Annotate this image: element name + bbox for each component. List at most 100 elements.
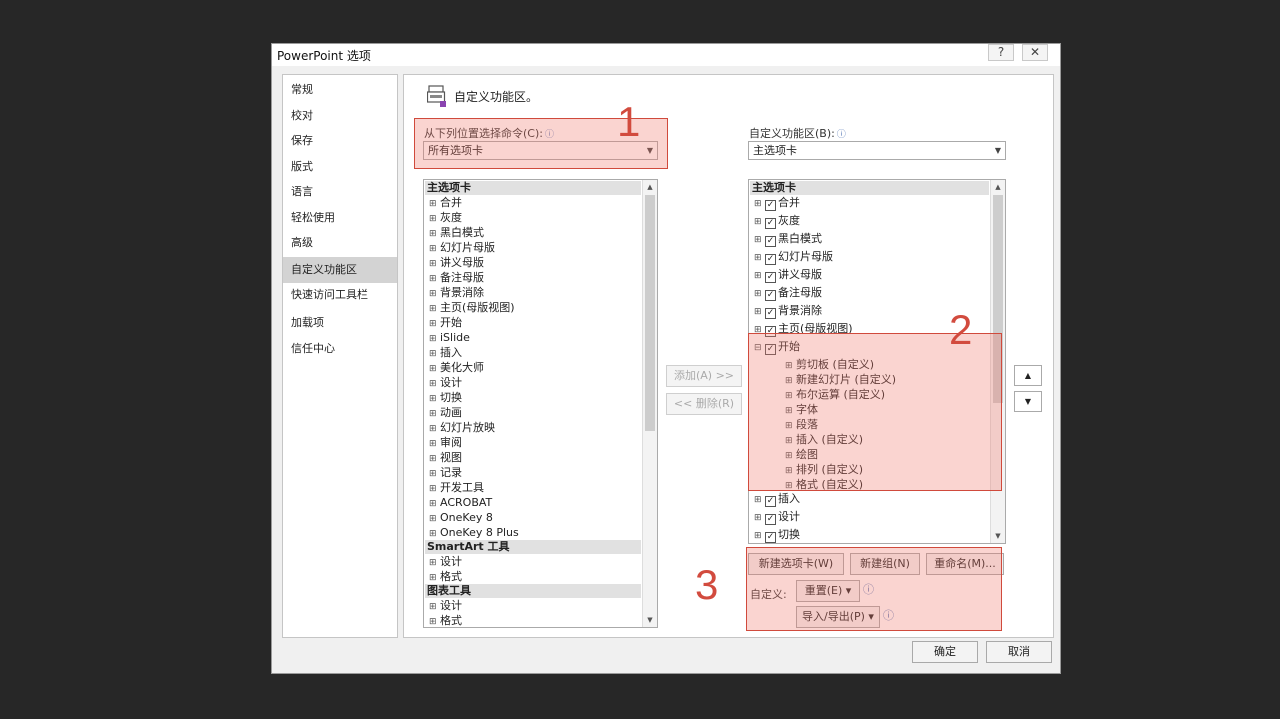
expand-icon: ⊞ <box>754 199 762 209</box>
checkbox[interactable]: ✓ <box>765 254 776 265</box>
list-item[interactable]: ⊞ 灰度 <box>429 210 462 225</box>
checkbox[interactable]: ✓ <box>765 496 776 507</box>
list-item[interactable]: ⊞ OneKey 8 Plus <box>429 525 519 540</box>
ribbon-tabs-select[interactable]: 主选项卡 ▼ <box>748 141 1006 160</box>
nav-item-language[interactable]: 语言 <box>283 179 397 205</box>
list-item[interactable]: ⊞ ACROBAT <box>429 495 492 510</box>
tree-tab-item[interactable]: ⊞ ✓ 灰度 <box>754 213 800 229</box>
scroll-up-icon[interactable]: ▲ <box>991 180 1005 194</box>
customize-ribbon-icon <box>427 85 446 107</box>
info-icon: ⓘ <box>836 130 846 140</box>
move-up-button[interactable]: ▲ <box>1014 365 1042 386</box>
tree-tab-item[interactable]: ⊞ ✓ 幻灯片母版 <box>754 249 833 265</box>
list-item[interactable]: ⊞ 审阅 <box>429 435 462 450</box>
checkbox[interactable]: ✓ <box>765 308 776 319</box>
tree-tab-item[interactable]: ⊞ ✓ 背景消除 <box>754 303 822 319</box>
expand-icon: ⊞ <box>754 289 762 299</box>
checkbox[interactable]: ✓ <box>765 532 776 543</box>
list-item[interactable]: ⊞ 幻灯片母版 <box>429 240 495 255</box>
nav-item-advanced[interactable]: 高级 <box>283 230 397 256</box>
nav-item-customize-ribbon[interactable]: 自定义功能区 <box>283 257 397 283</box>
customize-ribbon-label: 自定义功能区(B): ⓘ <box>749 127 846 140</box>
list-item[interactable]: ⊞ 黑白模式 <box>429 225 484 240</box>
section-title: 自定义功能区。 <box>454 90 539 104</box>
list-item[interactable]: ⊞ 美化大师 <box>429 360 484 375</box>
expand-icon: ⊞ <box>754 307 762 317</box>
list-group-header: SmartArt 工具 <box>425 540 641 554</box>
list-item[interactable]: ⊞ 开始 <box>429 315 462 330</box>
expand-icon: ⊞ <box>754 253 762 263</box>
expand-icon: ⊞ <box>754 495 762 505</box>
title-bar: PowerPoint 选项 ? ✕ <box>272 44 1060 66</box>
expand-icon: ⊞ <box>754 531 762 541</box>
ok-button[interactable]: 确定 <box>912 641 978 663</box>
list-item[interactable]: ⊞ 设计 <box>429 554 462 569</box>
list-item[interactable]: ⊞ 讲义母版 <box>429 255 484 270</box>
tree-tab-item[interactable]: ⊞ ✓ 备注母版 <box>754 285 822 301</box>
list-group-header: 主选项卡 <box>425 181 641 195</box>
list-item[interactable]: ⊞ 插入 <box>429 345 462 360</box>
scroll-up-icon[interactable]: ▲ <box>643 180 657 194</box>
scroll-down-icon[interactable]: ▼ <box>643 613 657 627</box>
tree-tab-item[interactable]: ⊞ ✓ 切换 <box>754 527 800 543</box>
nav-item-trust-center[interactable]: 信任中心 <box>283 336 397 362</box>
move-down-button[interactable]: ▼ <box>1014 391 1042 412</box>
category-nav: 常规 校对 保存 版式 语言 轻松使用 高级 自定义功能区 快速访问工具栏 加载… <box>282 74 398 638</box>
dropdown-arrow-icon: ▼ <box>994 146 1001 155</box>
list-item[interactable]: ⊞ iSlide <box>429 330 470 345</box>
highlight-box-3 <box>746 547 1002 631</box>
scrollbar[interactable]: ▲ ▼ <box>642 180 657 627</box>
tree-tab-item[interactable]: ⊞ ✓ 讲义母版 <box>754 267 822 283</box>
list-group-header: 图表工具 <box>425 584 641 598</box>
tree-tab-item[interactable]: ⊞ ✓ 插入 <box>754 491 800 507</box>
close-button[interactable]: ✕ <box>1022 44 1048 61</box>
tree-tab-item[interactable]: ⊞ ✓ 合并 <box>754 195 800 211</box>
cancel-button[interactable]: 取消 <box>986 641 1052 663</box>
list-item[interactable]: ⊞ OneKey 8 <box>429 510 493 525</box>
expand-icon: ⊞ <box>754 217 762 227</box>
add-button[interactable]: 添加(A) >> <box>666 365 742 387</box>
expand-icon: ⊞ <box>754 513 762 523</box>
help-button[interactable]: ? <box>988 44 1014 61</box>
nav-item-accessibility[interactable]: 轻松使用 <box>283 205 397 231</box>
checkbox[interactable]: ✓ <box>765 218 776 229</box>
list-item[interactable]: ⊞ 视图 <box>429 450 462 465</box>
annotation-number-1: 1 <box>617 98 641 145</box>
checkbox[interactable]: ✓ <box>765 236 776 247</box>
list-item[interactable]: ⊞ 切换 <box>429 390 462 405</box>
scroll-down-icon[interactable]: ▼ <box>991 529 1005 543</box>
nav-item-addins[interactable]: 加载项 <box>283 310 397 336</box>
nav-item-proofing[interactable]: 校对 <box>283 103 397 129</box>
list-item[interactable]: ⊞ 备注母版 <box>429 270 484 285</box>
commands-list[interactable]: 主选项卡 ⊞ 合并 ⊞ 灰度 ⊞ 黑白模式 ⊞ 幻灯片母版 ⊞ 讲义母版 ⊞ 备注母版 ⊞ 背… <box>423 179 658 628</box>
list-item[interactable]: ⊞ 幻灯片放映 <box>429 420 495 435</box>
list-item[interactable]: ⊞ 格式 <box>429 613 462 627</box>
checkbox[interactable]: ✓ <box>765 290 776 301</box>
expand-icon: ⊞ <box>754 235 762 245</box>
list-item[interactable]: ⊞ 主页(母版视图) <box>429 300 515 315</box>
checkbox[interactable]: ✓ <box>765 272 776 283</box>
nav-item-save[interactable]: 保存 <box>283 128 397 154</box>
ribbon-tabs-value: 主选项卡 <box>753 144 797 157</box>
nav-item-layout[interactable]: 版式 <box>283 154 397 180</box>
list-item[interactable]: ⊞ 设计 <box>429 375 462 390</box>
list-item[interactable]: ⊞ 合并 <box>429 195 462 210</box>
list-item[interactable]: ⊞ 设计 <box>429 598 462 613</box>
annotation-number-2: 2 <box>949 306 973 353</box>
list-item[interactable]: ⊞ 开发工具 <box>429 480 484 495</box>
expand-icon: ⊞ <box>429 617 437 627</box>
remove-button[interactable]: << 删除(R) <box>666 393 742 415</box>
checkbox[interactable]: ✓ <box>765 200 776 211</box>
tree-tab-item[interactable]: ⊞ ✓ 设计 <box>754 509 800 525</box>
list-item[interactable]: ⊞ 动画 <box>429 405 462 420</box>
scroll-thumb[interactable] <box>645 195 655 431</box>
tree-group-header: 主选项卡 <box>750 181 989 195</box>
nav-item-general[interactable]: 常规 <box>283 77 397 103</box>
window-title: PowerPoint 选项 <box>277 49 371 63</box>
list-item[interactable]: ⊞ 背景消除 <box>429 285 484 300</box>
list-item[interactable]: ⊞ 记录 <box>429 465 462 480</box>
tree-tab-item[interactable]: ⊞ ✓ 黑白模式 <box>754 231 822 247</box>
nav-item-quick-access[interactable]: 快速访问工具栏 <box>283 282 397 308</box>
list-item[interactable]: ⊞ 格式 <box>429 569 462 584</box>
checkbox[interactable]: ✓ <box>765 514 776 525</box>
